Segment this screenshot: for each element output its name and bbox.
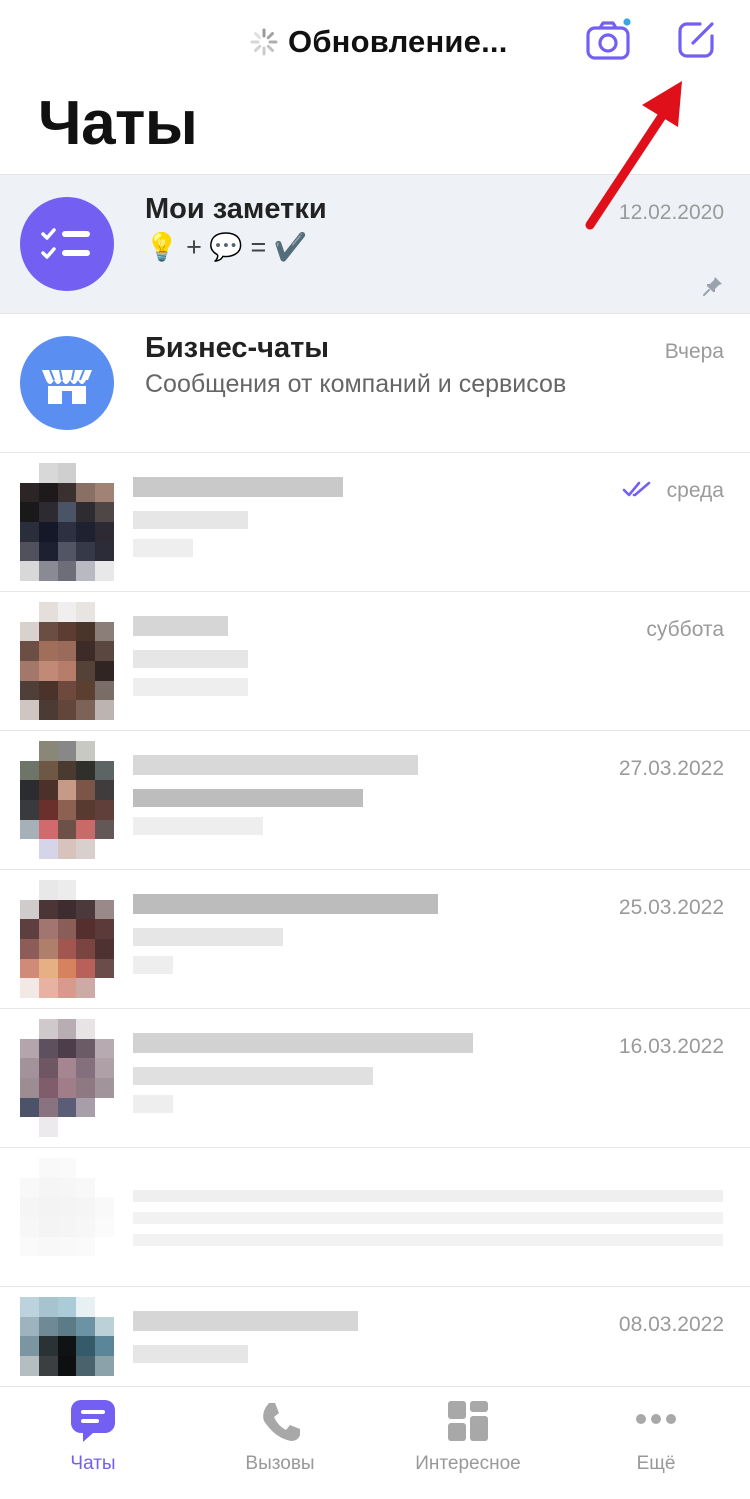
compose-icon bbox=[678, 22, 714, 58]
blurred-name bbox=[133, 1311, 358, 1331]
camera-button[interactable] bbox=[585, 18, 633, 62]
chat-row[interactable]: 25.03.2022 bbox=[0, 870, 750, 1009]
blurred-message bbox=[133, 511, 248, 529]
tab-chats[interactable]: Чаты bbox=[13, 1397, 173, 1475]
chat-row-business[interactable]: Бизнес-чаты Сообщения от компаний и серв… bbox=[0, 314, 750, 453]
chat-date: 27.03.2022 bbox=[618, 757, 724, 780]
blurred-message bbox=[133, 789, 363, 807]
blurred-message bbox=[133, 539, 193, 557]
store-icon bbox=[42, 369, 92, 404]
chat-date: суббота bbox=[646, 618, 724, 641]
blurred-name bbox=[133, 616, 228, 636]
blurred-message bbox=[133, 956, 173, 974]
double-check-icon bbox=[622, 481, 651, 497]
blurred-name bbox=[133, 755, 418, 775]
status-text: Обновление... bbox=[288, 24, 508, 59]
chat-row[interactable]: 27.03.2022 bbox=[0, 731, 750, 870]
blurred-name bbox=[133, 894, 438, 914]
blurred-message bbox=[133, 678, 248, 696]
blurred-name bbox=[133, 1190, 723, 1202]
blurred-message bbox=[133, 650, 248, 668]
chat-list[interactable]: Мои заметки 💡 + 💬 = ✔️ 12.02.2020 Бизнес… bbox=[0, 174, 750, 1386]
sync-status: Обновление... bbox=[250, 20, 508, 64]
blurred-message bbox=[133, 1095, 173, 1113]
blurred-message bbox=[133, 1345, 248, 1363]
chat-last-message: 💡 + 💬 = ✔️ bbox=[145, 232, 308, 262]
tab-bar: Чаты Вызовы Интересное Ещё bbox=[0, 1386, 750, 1499]
tab-more[interactable]: Ещё bbox=[576, 1397, 736, 1475]
chat-date: 25.03.2022 bbox=[618, 896, 724, 919]
notes-avatar bbox=[20, 197, 114, 291]
chat-date: Вчера bbox=[664, 340, 724, 363]
chat-row[interactable] bbox=[0, 1148, 750, 1287]
chat-row-my-notes[interactable]: Мои заметки 💡 + 💬 = ✔️ 12.02.2020 bbox=[0, 175, 750, 314]
tab-calls[interactable]: Вызовы bbox=[200, 1397, 360, 1475]
compose-button[interactable] bbox=[676, 18, 718, 60]
chat-date: 16.03.2022 bbox=[618, 1035, 724, 1058]
loading-spinner-icon bbox=[250, 28, 278, 56]
tab-label: Чаты bbox=[70, 1453, 116, 1474]
blurred-avatar bbox=[20, 741, 114, 859]
checklist-icon bbox=[41, 228, 90, 259]
page-title: Чаты bbox=[38, 89, 198, 158]
chat-last-message: Сообщения от компаний и сервисов bbox=[145, 370, 567, 398]
chat-row[interactable]: 08.03.2022 bbox=[0, 1287, 750, 1386]
chat-row[interactable]: среда bbox=[0, 453, 750, 592]
blurred-avatar bbox=[20, 1158, 114, 1276]
tab-label: Вызовы bbox=[245, 1453, 315, 1474]
chat-date: 12.02.2020 bbox=[618, 201, 724, 224]
more-icon bbox=[636, 1414, 676, 1424]
tab-explore[interactable]: Интересное bbox=[388, 1397, 548, 1475]
blurred-avatar bbox=[20, 880, 114, 998]
blurred-avatar bbox=[20, 1019, 114, 1137]
chat-date: среда bbox=[666, 479, 724, 502]
chat-row[interactable]: 16.03.2022 bbox=[0, 1009, 750, 1148]
chat-row[interactable]: суббота bbox=[0, 592, 750, 731]
blurred-message bbox=[133, 1234, 723, 1246]
chat-date: 08.03.2022 bbox=[618, 1313, 724, 1336]
blurred-name bbox=[133, 477, 343, 497]
chat-name: Бизнес-чаты bbox=[145, 332, 330, 364]
blurred-avatar bbox=[20, 463, 114, 581]
blurred-message bbox=[133, 1212, 723, 1224]
blurred-message bbox=[133, 928, 283, 946]
blurred-avatar bbox=[20, 1297, 114, 1386]
grid-icon bbox=[448, 1401, 488, 1441]
phone-icon bbox=[263, 1403, 300, 1441]
blurred-name bbox=[133, 1033, 473, 1053]
chat-name: Мои заметки bbox=[145, 193, 327, 225]
tab-label: Интересное bbox=[415, 1453, 521, 1474]
camera-icon bbox=[586, 18, 631, 60]
top-bar: Обновление... bbox=[0, 0, 750, 80]
business-avatar bbox=[20, 336, 114, 430]
blurred-avatar bbox=[20, 602, 114, 720]
chat-bubble-icon bbox=[71, 1400, 115, 1442]
blurred-message bbox=[133, 817, 263, 835]
pin-icon bbox=[703, 277, 722, 296]
blurred-message bbox=[133, 1067, 373, 1085]
tab-label: Ещё bbox=[636, 1453, 676, 1474]
